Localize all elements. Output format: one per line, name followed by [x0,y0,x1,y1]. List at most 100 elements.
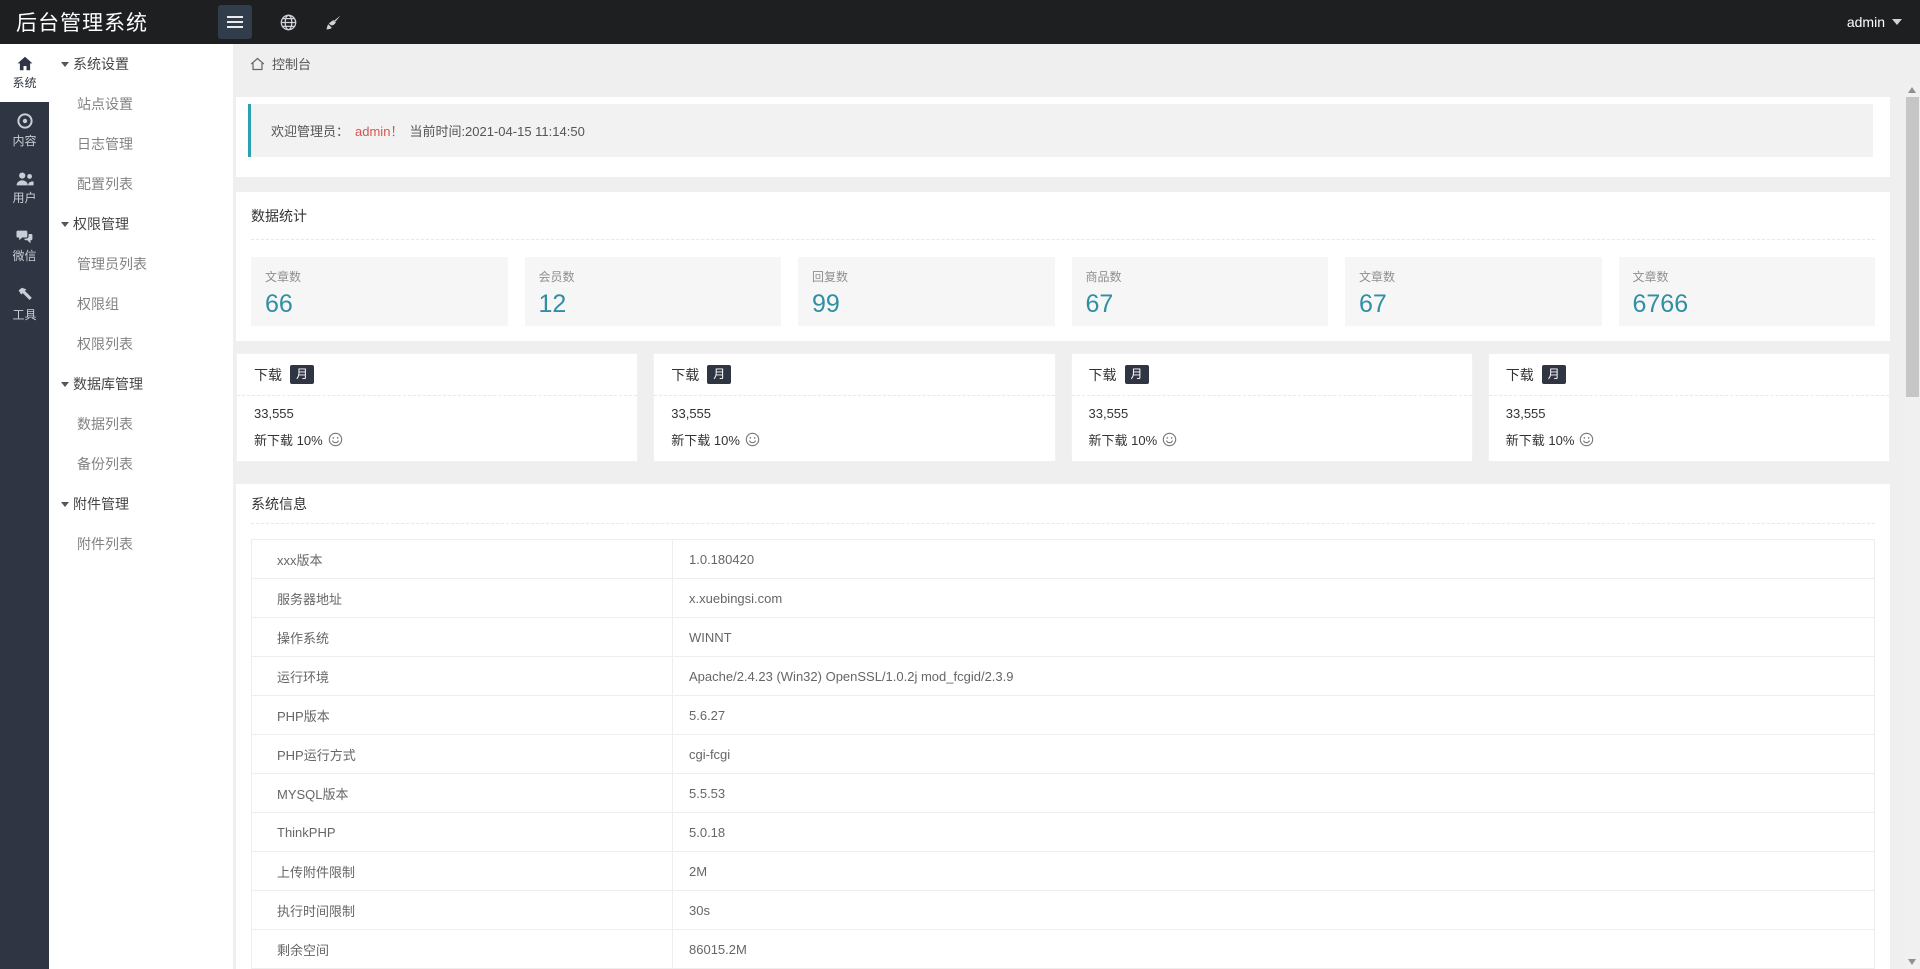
scroll-down-arrow-icon[interactable] [1908,959,1916,965]
globe-icon[interactable] [280,14,297,31]
stat-card-articles: 文章数 66 [251,257,508,326]
month-badge: 月 [1541,365,1566,384]
month-badge: 月 [1124,365,1149,384]
welcome-prefix: 欢迎管理员： [271,124,350,139]
smiley-icon [328,432,342,447]
welcome-banner: 欢迎管理员： admin！ 当前时间:2021-04-15 11:14:50 [248,104,1873,157]
stat-card-articles-2: 文章数 67 [1345,257,1602,326]
top-header: 后台管理系统 admin [0,0,1920,44]
sidebar-item-config-list[interactable]: 配置列表 [49,164,233,204]
rail-item-label: 微信 [12,249,37,263]
welcome-username: admin！ [355,124,404,139]
download-count: 33,555 [254,406,294,421]
table-row: 上传附件限制 2M [251,851,1875,891]
table-row: 剩余空间 86015.2M [251,929,1875,969]
rail-item-label: 用户 [12,191,37,205]
month-badge: 月 [290,365,315,384]
stat-card-members: 会员数 12 [524,257,781,326]
welcome-panel: 欢迎管理员： admin！ 当前时间:2021-04-15 11:14:50 [236,97,1890,177]
download-title: 下载 [1505,366,1534,383]
user-menu[interactable]: admin [1847,14,1902,30]
rail-item-label: 工具 [12,308,37,322]
sidebar-item-data-list[interactable]: 数据列表 [49,404,233,444]
stat-card-replies: 回复数 99 [798,257,1055,326]
sidebar-item-admin-list[interactable]: 管理员列表 [49,244,233,284]
download-cards-row: 下载 月 33,555 新下载 10% 下载 月 33,555 新下载 10% … [236,353,1890,462]
breadcrumb-console[interactable]: 控制台 [272,54,311,73]
caret-down-icon [61,381,69,387]
user-name: admin [1846,14,1885,30]
users-icon [16,172,34,186]
caret-down-icon [61,501,69,507]
welcome-time: 当前时间:2021-04-15 11:14:50 [409,124,585,139]
sidebar-item-system-settings[interactable]: 系统设置 [49,44,233,84]
sidebar-item-permission-list[interactable]: 权限列表 [49,324,233,364]
sidebar-item-permission-group[interactable]: 权限组 [49,284,233,324]
stats-panel: 数据统计 文章数 66 会员数 12 回复数 99 商品数 67 文章数 67 [236,192,1890,341]
sidebar-item-log-management[interactable]: 日志管理 [49,124,233,164]
smiley-icon [745,432,760,447]
content-icon [16,113,33,129]
table-row: ThinkPHP 5.0.18 [251,812,1875,852]
table-row: PHP运行方式 cgi-fcgi [251,734,1875,774]
caret-down-icon [61,61,69,67]
table-row: 服务器地址 x.xuebingsi.com [251,578,1875,618]
system-info-panel: 系统信息 xxx版本 1.0.180420 服务器地址 x.xuebingsi.… [236,484,1890,969]
hamburger-icon [227,16,243,18]
sidebar-menu: 系统设置 站点设置 日志管理 配置列表 权限管理 管理员列表 权限组 权限列表 … [49,44,233,969]
clear-cache-brush-icon[interactable] [325,14,342,31]
table-row: MYSQL版本 5.5.53 [251,773,1875,813]
main-content: 控制台 欢迎管理员： admin！ 当前时间:2021-04-15 11:14:… [233,44,1905,969]
icon-rail: 系统 内容 用户 微信 工具 [0,44,49,969]
sidebar-item-backup-list[interactable]: 备份列表 [49,444,233,484]
rail-item-label: 系统 [12,75,37,90]
download-count: 33,555 [1505,406,1546,421]
table-row: 运行环境 Apache/2.4.23 (Win32) OpenSSL/1.0.2… [251,656,1875,696]
stat-grid: 文章数 66 会员数 12 回复数 99 商品数 67 文章数 67 文章数 6… [251,257,1875,326]
month-badge: 月 [707,365,732,384]
download-title: 下载 [1088,366,1117,383]
download-title: 下载 [254,366,282,383]
sidebar-item-permission-management[interactable]: 权限管理 [49,204,233,244]
download-card: 下载 月 33,555 新下载 10% [236,353,639,462]
scroll-up-arrow-icon[interactable] [1908,87,1916,93]
hammer-icon [18,287,32,300]
stat-card-products: 商品数 67 [1071,257,1328,326]
hamburger-menu-button[interactable] [218,5,252,39]
rail-item-label: 内容 [12,134,37,148]
table-row: 操作系统 WINNT [251,617,1875,657]
download-count: 33,555 [1088,406,1129,421]
download-note: 新下载 10% [671,433,740,448]
rail-item-system[interactable]: 系统 [0,44,49,102]
smiley-icon [1580,432,1594,447]
rail-item-wechat[interactable]: 微信 [0,218,49,276]
table-row: xxx版本 1.0.180420 [251,539,1875,579]
home-outline-icon [250,57,265,70]
rail-item-users[interactable]: 用户 [0,160,49,218]
app-title: 后台管理系统 [16,12,148,35]
sidebar-item-site-settings[interactable]: 站点设置 [49,84,233,124]
stats-panel-title: 数据统计 [251,192,1875,240]
download-card: 下载 月 33,555 新下载 10% [1070,353,1473,462]
smiley-icon [1162,432,1177,447]
stat-card-articles-3: 文章数 6766 [1618,257,1875,326]
download-note: 新下载 10% [254,433,323,448]
sidebar-item-database-management[interactable]: 数据库管理 [49,364,233,404]
system-info-table: xxx版本 1.0.180420 服务器地址 x.xuebingsi.com 操… [251,539,1875,969]
caret-down-icon [61,221,69,227]
sidebar-item-attachment-management[interactable]: 附件管理 [49,484,233,524]
sidebar-item-attachment-list[interactable]: 附件列表 [49,524,233,564]
download-note: 新下载 10% [1088,433,1158,448]
scrollbar-thumb[interactable] [1906,97,1919,397]
table-row: 执行时间限制 30s [251,890,1875,930]
download-note: 新下载 10% [1505,433,1575,448]
rail-item-content[interactable]: 内容 [0,102,49,160]
download-card: 下载 月 33,555 新下载 10% [1487,353,1890,462]
home-icon [17,56,32,70]
comments-icon [16,230,33,244]
rail-item-tools[interactable]: 工具 [0,276,49,334]
download-count: 33,555 [671,406,712,421]
system-info-title: 系统信息 [251,484,1875,524]
table-row: PHP版本 5.6.27 [251,695,1875,735]
vertical-scrollbar[interactable] [1905,83,1920,969]
